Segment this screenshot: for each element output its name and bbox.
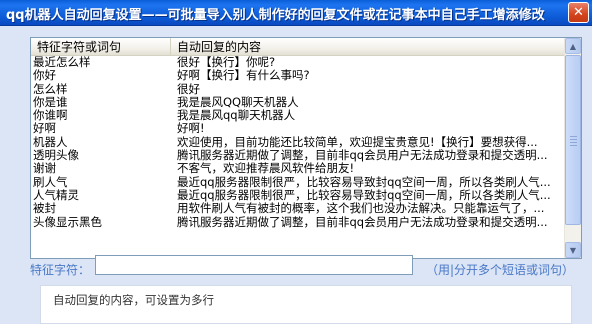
reply-list[interactable]: 特征字符或词句 自动回复的内容 最近怎么样 很好【换行】你呢? 你好 好啊【换行】有什… [30,37,582,259]
row-reply: 欢迎使用，目前功能还比较简单，欢迎提宝贵意见!【换行】要想获得... [177,135,538,149]
grip-line [570,145,577,146]
keyword-input[interactable] [95,255,413,275]
list-row[interactable]: 好啊 好啊! [31,122,565,135]
keyword-hint: （用|分开多个短语或词句） [426,263,575,277]
keyword-label: 特征字符： [30,263,91,277]
list-header: 特征字符或词句 自动回复的内容 [31,38,565,56]
scroll-down-icon[interactable]: ▼ [565,242,581,258]
list-row[interactable]: 头像显示黑色 腾讯服务器近期做了调整，目前非qq会员用户无法成功登录和提交透明..… [31,216,565,229]
row-reply: 最近qq服务器限制很严，比较容易导致封qq空间一周，所以各类刷人气... [177,175,551,189]
list-row[interactable]: 怎么样 很好 [31,83,565,96]
row-reply: 用软件刷人气有被封的概率，这个我们也没办法解决。只能靠运气了，... [177,202,545,216]
reply-content-label: 自动回复的内容，可设置为多行 [53,293,214,307]
row-reply: 腾讯服务器近期做了调整，目前非qq会员用户无法成功登录和提交透明... [177,215,548,229]
row-keyword: 你是谁 [33,95,68,109]
row-reply: 很好 [177,82,200,96]
reply-content-group[interactable]: 自动回复的内容，可设置为多行 [40,285,572,324]
column-header-reply[interactable]: 自动回复的内容 [171,38,565,56]
list-row[interactable]: 你好 好啊【换行】有什么事吗? [31,69,565,82]
row-keyword: 你好 [33,69,56,83]
list-rows: 最近怎么样 很好【换行】你呢? 你好 好啊【换行】有什么事吗? 怎么样 很好 你是谁 我是晨风… [31,56,565,229]
list-row[interactable]: 最近怎么样 很好【换行】你呢? [31,56,565,69]
row-reply: 我是晨风qq聊天机器人 [177,109,296,123]
row-reply: 最近qq服务器限制很严，比较容易导致封qq空间一周，所以各类刷人气... [177,188,551,202]
row-reply: 好啊【换行】有什么事吗? [177,69,310,83]
list-row[interactable]: 刷人气 最近qq服务器限制很严，比较容易导致封qq空间一周，所以各类刷人气... [31,176,565,189]
window-title: qq机器人自动回复设置——可批量导入别人制作好的回复文件或在记事本中自己手工增添… [6,8,545,23]
row-keyword: 刷人气 [33,175,68,189]
row-reply: 不客气，欢迎推荐晨风软件给朋友! [177,162,355,176]
list-row[interactable]: 人气精灵 最近qq服务器限制很严，比较容易导致封qq空间一周，所以各类刷人气... [31,189,565,202]
list-row[interactable]: 被封 用软件刷人气有被封的概率，这个我们也没办法解决。只能靠运气了，... [31,202,565,215]
grip-line [570,139,577,140]
list-row[interactable]: 你谁啊 我是晨风qq聊天机器人 [31,109,565,122]
row-keyword: 头像显示黑色 [33,215,102,229]
row-reply: 腾讯服务器近期做了调整，目前非qq会员用户无法成功登录和提交透明... [177,149,548,163]
grip-line [570,136,577,137]
row-keyword: 透明头像 [33,149,79,163]
row-reply: 好啊! [177,122,205,136]
row-keyword: 最近怎么样 [33,56,91,69]
grip-line [570,142,577,143]
row-keyword: 你谁啊 [33,109,68,123]
list-row[interactable]: 谢谢 不客气，欢迎推荐晨风软件给朋友! [31,162,565,175]
row-reply: 我是晨风QQ聊天机器人 [177,95,299,109]
row-keyword: 人气精灵 [33,188,79,202]
scroll-thumb[interactable] [565,55,581,225]
list-row[interactable]: 透明头像 腾讯服务器近期做了调整，目前非qq会员用户无法成功登录和提交透明... [31,149,565,162]
vertical-scrollbar[interactable]: ▲ ▼ [564,38,581,258]
list-row[interactable]: 你是谁 我是晨风QQ聊天机器人 [31,96,565,109]
list-row[interactable]: 机器人 欢迎使用，目前功能还比较简单，欢迎提宝贵意见!【换行】要想获得... [31,136,565,149]
row-keyword: 谢谢 [33,162,56,176]
row-keyword: 好啊 [33,122,56,136]
row-reply: 很好【换行】你呢? [177,56,276,69]
close-button[interactable]: ✕ [568,2,589,23]
column-header-keyword[interactable]: 特征字符或词句 [31,38,171,56]
title-bar: qq机器人自动回复设置——可批量导入别人制作好的回复文件或在记事本中自己手工增添… [0,0,592,26]
row-keyword: 被封 [33,202,56,216]
row-keyword: 怎么样 [33,82,68,96]
row-keyword: 机器人 [33,135,68,149]
scroll-up-icon[interactable]: ▲ [565,38,581,54]
